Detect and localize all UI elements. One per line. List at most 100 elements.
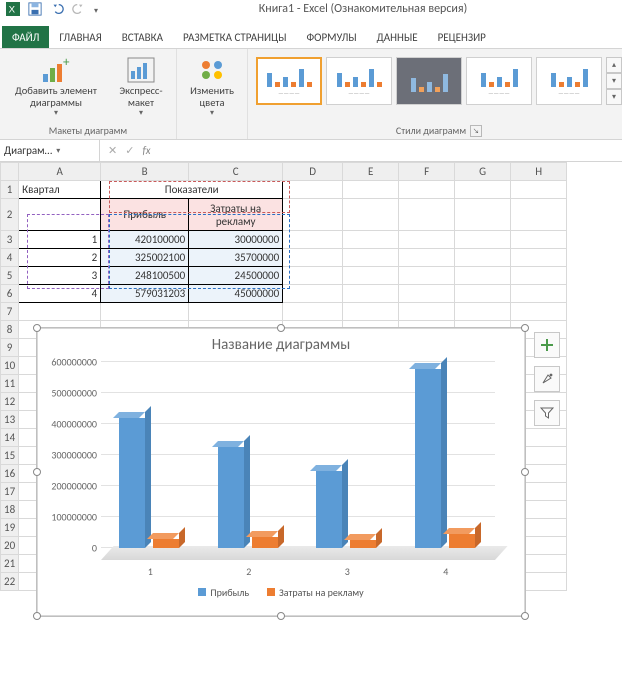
col-header[interactable]: F <box>399 163 455 181</box>
row-header[interactable]: 14 <box>1 429 19 447</box>
row-header[interactable]: 6 <box>1 285 19 303</box>
legend-item: Прибыль <box>210 586 249 599</box>
chevron-down-icon: ▾ <box>210 109 214 118</box>
row-header[interactable]: 10 <box>1 357 19 375</box>
cell[interactable]: 35700000 <box>189 249 283 267</box>
chart-plot-area[interactable]: 0100000000200000000300000000400000000500… <box>101 360 495 560</box>
ribbon: + Добавить элемент диаграммы ▾ Экспресс-… <box>0 48 622 140</box>
group-layouts-label: Макеты диаграмм <box>49 124 127 137</box>
enter-icon[interactable]: ✓ <box>125 144 134 157</box>
cancel-icon[interactable]: ✕ <box>108 144 117 157</box>
chevron-down-icon: ▾ <box>56 146 60 156</box>
chart-style-4[interactable]: ———— <box>466 57 532 105</box>
cell[interactable]: 4 <box>19 285 101 303</box>
row-header[interactable]: 11 <box>1 375 19 393</box>
row-header[interactable]: 16 <box>1 465 19 483</box>
col-header[interactable]: G <box>455 163 511 181</box>
styles-scroll-up-icon[interactable]: ▴ <box>606 57 622 73</box>
chart-elements-button[interactable] <box>534 332 560 358</box>
add-chart-element-button[interactable]: + Добавить элемент диаграммы ▾ <box>4 51 108 118</box>
row-header[interactable]: 8 <box>1 321 19 339</box>
chevron-down-icon: ▾ <box>54 109 58 118</box>
row-header[interactable]: 19 <box>1 519 19 537</box>
chart-style-3[interactable] <box>396 57 462 105</box>
chart-styles-button[interactable] <box>534 366 560 392</box>
chart-styles-gallery: ———— ———— ———— ———— ▴ ▾ ▾ <box>252 51 622 122</box>
tab-data[interactable]: ДАННЫЕ <box>367 26 428 48</box>
chart-filter-button[interactable] <box>534 400 560 426</box>
cell[interactable]: Квартал <box>19 181 101 199</box>
window-title: Книга1 - Excel (Ознакомительная версия) <box>104 0 622 16</box>
row-header[interactable]: 17 <box>1 483 19 501</box>
tab-review[interactable]: РЕЦЕНЗИР <box>428 26 496 48</box>
row-header[interactable]: 3 <box>1 231 19 249</box>
cell[interactable]: Показатели <box>101 181 283 199</box>
row-header[interactable]: 1 <box>1 181 19 199</box>
tab-page-layout[interactable]: РАЗМЕТКА СТРАНИЦЫ <box>173 26 297 48</box>
row-header[interactable]: 20 <box>1 537 19 555</box>
row-header[interactable]: 9 <box>1 339 19 357</box>
change-colors-button[interactable]: Изменить цвета ▾ <box>181 51 243 118</box>
tab-home[interactable]: ГЛАВНАЯ <box>49 26 111 48</box>
col-header[interactable]: E <box>343 163 399 181</box>
add-chart-element-label: Добавить элемент диаграммы <box>4 85 108 109</box>
legend-item: Затраты на рекламу <box>279 586 364 599</box>
row-header[interactable]: 13 <box>1 411 19 429</box>
dialog-launcher-icon[interactable]: ↘ <box>470 125 482 137</box>
chart-style-2[interactable]: ———— <box>326 57 392 105</box>
col-header[interactable]: C <box>189 163 283 181</box>
cell[interactable]: 45000000 <box>189 285 283 303</box>
svg-text:X: X <box>9 5 16 16</box>
chevron-down-icon: ▾ <box>139 109 143 118</box>
col-header[interactable]: H <box>511 163 567 181</box>
change-colors-label: Изменить цвета <box>181 85 243 109</box>
cell[interactable]: 248100500 <box>101 267 189 285</box>
styles-more-icon[interactable]: ▾ <box>606 89 622 105</box>
chart-object[interactable]: Название диаграммы 010000000020000000030… <box>36 327 526 617</box>
chart-legend[interactable]: Прибыль Затраты на рекламу <box>37 586 525 599</box>
col-header[interactable]: D <box>283 163 343 181</box>
name-box[interactable]: Диаграм…▾ <box>0 140 100 161</box>
col-header[interactable]: B <box>101 163 189 181</box>
fx-icon[interactable]: fx <box>142 144 150 157</box>
chart-style-1[interactable]: ———— <box>256 57 322 105</box>
col-header[interactable]: A <box>19 163 101 181</box>
spreadsheet[interactable]: A B C D E F G H 1 Квартал Показатели 2 П… <box>0 162 622 591</box>
cell[interactable]: 30000000 <box>189 231 283 249</box>
row-header[interactable]: 12 <box>1 393 19 411</box>
select-all[interactable] <box>1 163 19 181</box>
quick-layout-button[interactable]: Экспресс-макет ▾ <box>110 51 172 118</box>
row-header[interactable]: 2 <box>1 199 19 231</box>
row-header[interactable]: 15 <box>1 447 19 465</box>
tab-insert[interactable]: ВСТАВКА <box>112 26 173 48</box>
row-header[interactable]: 21 <box>1 555 19 573</box>
row-header[interactable]: 5 <box>1 267 19 285</box>
redo-icon[interactable] <box>72 2 86 19</box>
qat-dropdown-icon[interactable]: ▾ <box>94 6 98 16</box>
quick-layout-label: Экспресс-макет <box>110 85 172 109</box>
cell[interactable]: 1 <box>19 231 101 249</box>
undo-icon[interactable] <box>50 2 64 19</box>
cell[interactable]: 3 <box>19 267 101 285</box>
ribbon-tabs: ФАЙЛ ГЛАВНАЯ ВСТАВКА РАЗМЕТКА СТРАНИЦЫ Ф… <box>0 24 622 48</box>
cell[interactable]: 2 <box>19 249 101 267</box>
cell[interactable]: 24500000 <box>189 267 283 285</box>
cell[interactable]: Прибыль <box>101 199 189 231</box>
row-header[interactable]: 7 <box>1 303 19 321</box>
row-header[interactable]: 4 <box>1 249 19 267</box>
styles-scroll-down-icon[interactable]: ▾ <box>606 73 622 89</box>
cell[interactable]: 420100000 <box>101 231 189 249</box>
cell[interactable]: Затраты на рекламу <box>189 199 283 231</box>
cell[interactable]: 325002100 <box>101 249 189 267</box>
row-header[interactable]: 22 <box>1 573 19 591</box>
row-header[interactable]: 18 <box>1 501 19 519</box>
chart-style-5[interactable]: ———— <box>536 57 602 105</box>
svg-text:+: + <box>63 56 70 70</box>
cell[interactable]: 579031203 <box>101 285 189 303</box>
save-icon[interactable] <box>28 2 42 19</box>
excel-icon: X <box>6 2 20 19</box>
tab-formulas[interactable]: ФОРМУЛЫ <box>296 26 366 48</box>
cell[interactable] <box>19 199 101 231</box>
group-styles-label: Стили диаграмм <box>396 124 466 137</box>
tab-file[interactable]: ФАЙЛ <box>2 26 49 48</box>
